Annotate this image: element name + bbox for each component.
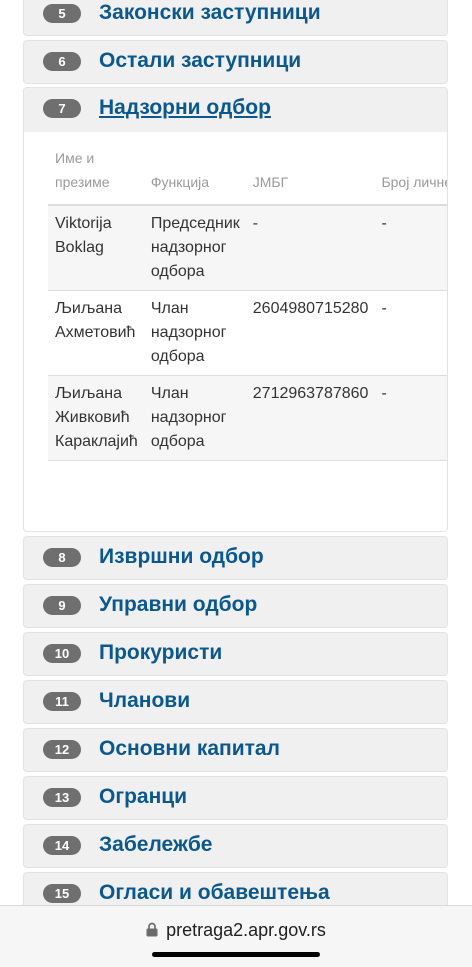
column-header-foreign-id: Број личне карте странц [374,146,447,206]
section-label[interactable]: Прокуристи [99,641,222,665]
section-number-badge: 15 [43,884,81,903]
section-number-badge: 11 [43,692,81,711]
column-header-function: Функција [143,146,246,206]
section-header[interactable]: 7 Надзорни одбор [24,88,447,132]
section-number-badge: 14 [43,836,81,855]
section-branches[interactable]: 13 Огранци [23,776,448,820]
cell-foreign-id: - [374,290,447,376]
section-supervisory-board: 7 Надзорни одбор Име и презиме Функција … [23,87,448,532]
section-label[interactable]: Огласи и обавештења [99,881,330,905]
lock-icon [146,921,158,942]
section-label[interactable]: Забележбе [99,833,213,857]
section-label[interactable]: Законски заступници [99,1,321,25]
section-label[interactable]: Основни капитал [99,737,280,761]
section-label[interactable]: Остали заступници [99,49,301,73]
section-number-badge: 8 [43,548,81,567]
home-indicator[interactable] [152,952,320,957]
section-number-badge: 6 [43,52,81,71]
section-number-badge: 5 [43,4,81,23]
cell-function: Члан надзорног одбора [143,290,246,376]
section-label[interactable]: Управни одбор [99,593,257,617]
cell-jmbg: 2604980715280 [245,290,375,376]
section-label[interactable]: Чланови [99,689,190,713]
cell-name: Viktorija Boklag [48,205,144,291]
cell-name: Љиљана Живковић Караклајић [48,375,144,461]
column-header-jmbg: ЈМБГ [245,146,375,206]
section-share-capital[interactable]: 12 Основни капитал [23,728,448,772]
page: 5 Законски заступници 6 Остали заступниц… [0,0,472,967]
cell-foreign-id: - [374,375,447,461]
section-label[interactable]: Надзорни одбор [99,96,271,120]
section-number-badge: 13 [43,788,81,807]
section-label[interactable]: Извршни одбор [99,545,264,569]
section-management-board[interactable]: 9 Управни одбор [23,584,448,628]
table-header-row: Име и презиме Функција ЈМБГ Број личне к… [48,146,447,206]
cell-name: Љиљана Ахметовић [48,290,144,376]
section-number-badge: 9 [43,596,81,615]
section-number-badge: 7 [43,99,81,118]
section-executive-board[interactable]: 8 Извршни одбор [23,536,448,580]
url-display[interactable]: pretraga2.apr.gov.rs [0,920,472,942]
url-text: pretraga2.apr.gov.rs [166,920,326,940]
section-other-representatives[interactable]: 6 Остали заступници [23,40,448,84]
cell-jmbg: 2712963787860 [245,375,375,461]
table-row: Viktorija Boklag Председник надзорног од… [48,205,447,291]
cell-function: Председник надзорног одбора [143,205,246,291]
section-procurators[interactable]: 10 Прокуристи [23,632,448,676]
section-notes[interactable]: 14 Забележбе [23,824,448,868]
cell-foreign-id: - [374,205,447,291]
column-header-name: Име и презиме [48,146,144,206]
section-members[interactable]: 11 Чланови [23,680,448,724]
table-row: Љиљана Живковић Караклајић Члан надзорно… [48,375,447,461]
section-label[interactable]: Огранци [99,785,187,809]
section-number-badge: 10 [43,644,81,663]
cell-jmbg: - [245,205,375,291]
supervisory-board-table: Име и презиме Функција ЈМБГ Број личне к… [48,146,447,461]
browser-address-bar[interactable]: pretraga2.apr.gov.rs [0,905,472,967]
cell-function: Члан надзорног одбора [143,375,246,461]
section-legal-representatives[interactable]: 5 Законски заступници [23,0,448,36]
table-row: Љиљана Ахметовић Члан надзорног одбора 2… [48,290,447,376]
section-number-badge: 12 [43,740,81,759]
